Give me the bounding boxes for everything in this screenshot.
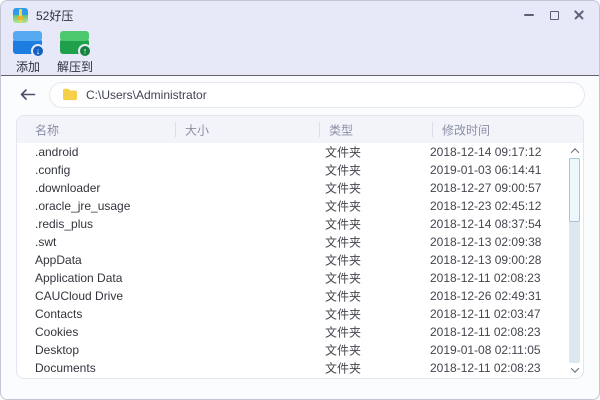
scrollbar-track[interactable] bbox=[569, 158, 580, 363]
folder-icon bbox=[63, 88, 77, 101]
address-bar-input[interactable]: C:\Users\Administrator bbox=[49, 81, 585, 108]
toolbar: ↓ 添加 ↑ 解压到 bbox=[1, 29, 599, 76]
file-type: 文件夹 bbox=[325, 271, 362, 286]
file-name: AppData bbox=[35, 253, 82, 267]
vertical-scrollbar[interactable] bbox=[568, 145, 581, 376]
table-row[interactable]: .swt 文件夹 2018-12-13 02:09:38 bbox=[17, 233, 583, 251]
file-name: CAUCloud Drive bbox=[35, 289, 124, 303]
column-separator[interactable] bbox=[175, 122, 176, 137]
file-modified: 2018-12-13 02:09:38 bbox=[430, 235, 542, 249]
column-header-modified[interactable]: 修改时间 bbox=[442, 121, 490, 138]
file-type: 文件夹 bbox=[325, 361, 362, 376]
file-type: 文件夹 bbox=[325, 307, 362, 322]
app-logo-icon bbox=[13, 7, 28, 23]
table-row[interactable]: Cookies 文件夹 2018-12-11 02:08:23 bbox=[17, 323, 583, 341]
file-modified: 2019-01-08 02:11:05 bbox=[430, 343, 541, 357]
current-path: C:\Users\Administrator bbox=[86, 87, 207, 102]
file-type: 文件夹 bbox=[325, 343, 362, 358]
table-row[interactable]: Desktop 文件夹 2019-01-08 02:11:05 bbox=[17, 341, 583, 359]
archive-add-icon: ↓ bbox=[13, 31, 45, 58]
file-modified: 2018-12-11 02:03:47 bbox=[430, 307, 541, 321]
file-name: .redis_plus bbox=[35, 217, 94, 231]
column-header-type[interactable]: 类型 bbox=[329, 121, 353, 138]
file-name: .swt bbox=[35, 235, 57, 249]
app-window: 52好压 ↓ 添加 ↑ 解压到 C:\Users\Administrator 名… bbox=[0, 0, 600, 400]
table-row[interactable]: .config 文件夹 2019-01-03 06:14:41 bbox=[17, 161, 583, 179]
column-separator[interactable] bbox=[319, 122, 320, 137]
back-button[interactable] bbox=[17, 85, 37, 105]
file-type: 文件夹 bbox=[325, 145, 362, 160]
file-name: Documents bbox=[35, 361, 96, 375]
file-modified: 2018-12-11 02:08:23 bbox=[430, 271, 541, 285]
file-name: Application Data bbox=[35, 271, 123, 285]
table-row[interactable]: .android 文件夹 2018-12-14 09:17:12 bbox=[17, 143, 583, 161]
file-name: Contacts bbox=[35, 307, 83, 321]
file-modified: 2019-01-03 06:14:41 bbox=[430, 163, 542, 177]
file-type: 文件夹 bbox=[325, 253, 362, 268]
table-row[interactable]: Contacts 文件夹 2018-12-11 02:03:47 bbox=[17, 305, 583, 323]
file-modified: 2018-12-27 09:00:57 bbox=[430, 181, 542, 195]
close-icon[interactable] bbox=[571, 7, 587, 23]
file-name: .android bbox=[35, 145, 79, 159]
file-name: Desktop bbox=[35, 343, 80, 357]
file-list-header: 名称 大小 类型 修改时间 bbox=[17, 116, 583, 143]
table-row[interactable]: Documents 文件夹 2018-12-11 02:08:23 bbox=[17, 359, 583, 377]
file-type: 文件夹 bbox=[325, 235, 362, 250]
file-type: 文件夹 bbox=[325, 217, 362, 232]
table-row[interactable]: .redis_plus 文件夹 2018-12-14 08:37:54 bbox=[17, 215, 583, 233]
titlebar: 52好压 bbox=[1, 1, 599, 29]
add-button[interactable]: ↓ 添加 bbox=[13, 31, 45, 75]
scroll-up-icon[interactable] bbox=[568, 145, 581, 157]
file-type: 文件夹 bbox=[325, 289, 362, 304]
column-header-name[interactable]: 名称 bbox=[35, 121, 59, 138]
file-modified: 2018-12-14 09:17:12 bbox=[430, 145, 542, 159]
table-row[interactable]: .oracle_jre_usage 文件夹 2018-12-23 02:45:1… bbox=[17, 197, 583, 215]
window-title: 52好压 bbox=[36, 8, 74, 23]
minimize-icon[interactable] bbox=[521, 7, 537, 23]
column-header-size[interactable]: 大小 bbox=[185, 121, 209, 138]
file-modified: 2018-12-11 02:08:23 bbox=[430, 361, 541, 375]
file-modified: 2018-12-14 08:37:54 bbox=[430, 217, 542, 231]
back-arrow-icon bbox=[20, 89, 35, 100]
table-row[interactable]: Application Data 文件夹 2018-12-11 02:08:23 bbox=[17, 269, 583, 287]
extract-to-button-label: 解压到 bbox=[57, 60, 94, 74]
file-list-body: .android 文件夹 2018-12-14 09:17:12 .config… bbox=[17, 143, 583, 377]
scrollbar-thumb[interactable] bbox=[569, 158, 580, 222]
file-modified: 2018-12-23 02:45:12 bbox=[430, 199, 542, 213]
file-type: 文件夹 bbox=[325, 181, 362, 196]
file-type: 文件夹 bbox=[325, 325, 362, 340]
table-row[interactable]: CAUCloud Drive 文件夹 2018-12-26 02:49:31 bbox=[17, 287, 583, 305]
file-name: .downloader bbox=[35, 181, 101, 195]
extract-to-button[interactable]: ↑ 解压到 bbox=[57, 31, 93, 75]
file-list: 名称 大小 类型 修改时间 .android 文件夹 2018-12-14 09… bbox=[16, 115, 584, 379]
file-modified: 2018-12-26 02:49:31 bbox=[430, 289, 542, 303]
file-modified: 2018-12-11 02:08:23 bbox=[430, 325, 541, 339]
address-row: C:\Users\Administrator bbox=[1, 76, 599, 113]
table-row[interactable]: AppData 文件夹 2018-12-13 09:00:28 bbox=[17, 251, 583, 269]
table-row[interactable]: .downloader 文件夹 2018-12-27 09:00:57 bbox=[17, 179, 583, 197]
archive-extract-icon: ↑ bbox=[60, 31, 92, 58]
file-name: Cookies bbox=[35, 325, 79, 339]
scroll-down-icon[interactable] bbox=[568, 364, 581, 376]
column-separator[interactable] bbox=[432, 122, 433, 137]
add-button-label: 添加 bbox=[15, 60, 40, 74]
file-type: 文件夹 bbox=[325, 199, 362, 214]
file-modified: 2018-12-13 09:00:28 bbox=[430, 253, 542, 267]
file-type: 文件夹 bbox=[325, 163, 362, 178]
maximize-icon[interactable] bbox=[546, 7, 562, 23]
file-name: .config bbox=[35, 163, 71, 177]
file-name: .oracle_jre_usage bbox=[35, 199, 131, 213]
